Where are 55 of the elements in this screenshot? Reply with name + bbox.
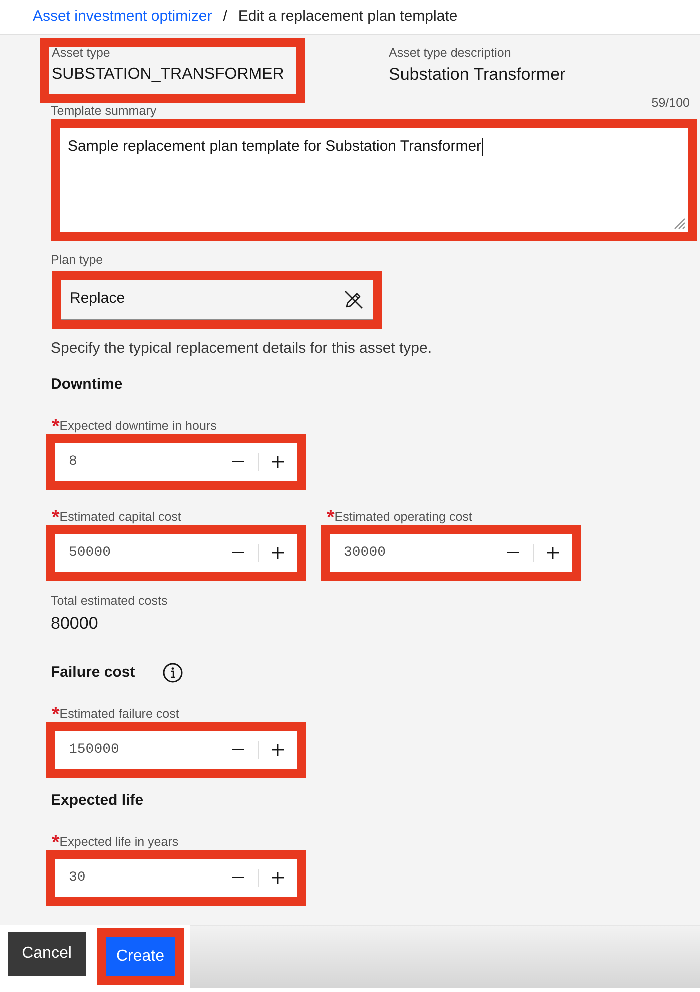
- input-value: 30: [68, 868, 87, 888]
- instructions-text: Specify the typical replacement details for this asset type.: [51, 339, 434, 359]
- breadcrumb-link[interactable]: Asset investment optimizer: [33, 6, 212, 28]
- required-mark: *: [52, 417, 60, 434]
- breadcrumb-separator: /: [223, 6, 228, 27]
- pencil-off-icon: [344, 290, 364, 310]
- minus-icon: [232, 461, 244, 463]
- number-input[interactable]: 30000: [330, 534, 572, 572]
- number-input[interactable]: 30: [55, 859, 297, 897]
- section-heading: Downtime: [51, 375, 123, 395]
- input-value: 50000: [68, 544, 112, 562]
- asset-description-value: Substation Transformer: [389, 64, 566, 86]
- breadcrumb-current: Edit a replacement plan template: [238, 6, 458, 27]
- input-value: 8: [68, 452, 78, 472]
- number-input[interactable]: 8: [55, 443, 297, 481]
- field-label: Template summary: [51, 103, 157, 119]
- field-label: Estimated capital cost: [60, 509, 182, 525]
- readout-value: 80000: [51, 613, 100, 635]
- field-label: Asset type description: [389, 45, 512, 61]
- plus-icon: [272, 872, 284, 884]
- input-value: 30000: [343, 544, 388, 562]
- readout-label: Total estimated costs: [51, 593, 169, 609]
- create-button[interactable]: Create: [106, 937, 175, 976]
- field-label: Estimated failure cost: [60, 706, 180, 722]
- required-mark: *: [327, 508, 335, 525]
- info-icon[interactable]: [163, 663, 184, 683]
- section-heading: Failure cost: [51, 663, 136, 683]
- plus-icon: [272, 547, 284, 559]
- section-heading: Expected life: [51, 791, 144, 811]
- minus-icon: [232, 877, 244, 879]
- number-input[interactable]: 50000: [55, 534, 297, 572]
- text-cursor-icon: [482, 138, 483, 156]
- plus-icon: [272, 744, 284, 756]
- field-label: Plan type: [51, 252, 104, 268]
- plus-icon: [547, 547, 559, 559]
- input-value: 150000: [68, 740, 120, 760]
- minus-icon: [507, 552, 519, 554]
- minus-icon: [232, 552, 244, 554]
- field-label: Expected life in years: [60, 834, 179, 850]
- character-counter: 59/100: [652, 95, 690, 111]
- number-input[interactable]: 150000: [55, 731, 297, 769]
- minus-icon: [232, 749, 244, 751]
- resize-handle-icon[interactable]: [674, 218, 686, 230]
- summary-textarea[interactable]: Sample replacement plan template for Substation Transformer: [60, 128, 688, 232]
- required-mark: *: [52, 705, 60, 722]
- summary-text: Sample replacement plan template for Substation Transformer: [68, 137, 482, 157]
- required-mark: *: [52, 833, 60, 850]
- asset-type-value: SUBSTATION_TRANSFORMER: [52, 65, 286, 85]
- field-label: Estimated operating cost: [334, 509, 472, 525]
- plus-icon: [272, 456, 284, 468]
- required-mark: *: [52, 508, 60, 525]
- field-label: Asset type: [52, 45, 112, 61]
- field-label: Expected downtime in hours: [60, 418, 217, 434]
- cancel-button[interactable]: Cancel: [8, 932, 86, 976]
- plan-type-value: Replace: [70, 289, 126, 310]
